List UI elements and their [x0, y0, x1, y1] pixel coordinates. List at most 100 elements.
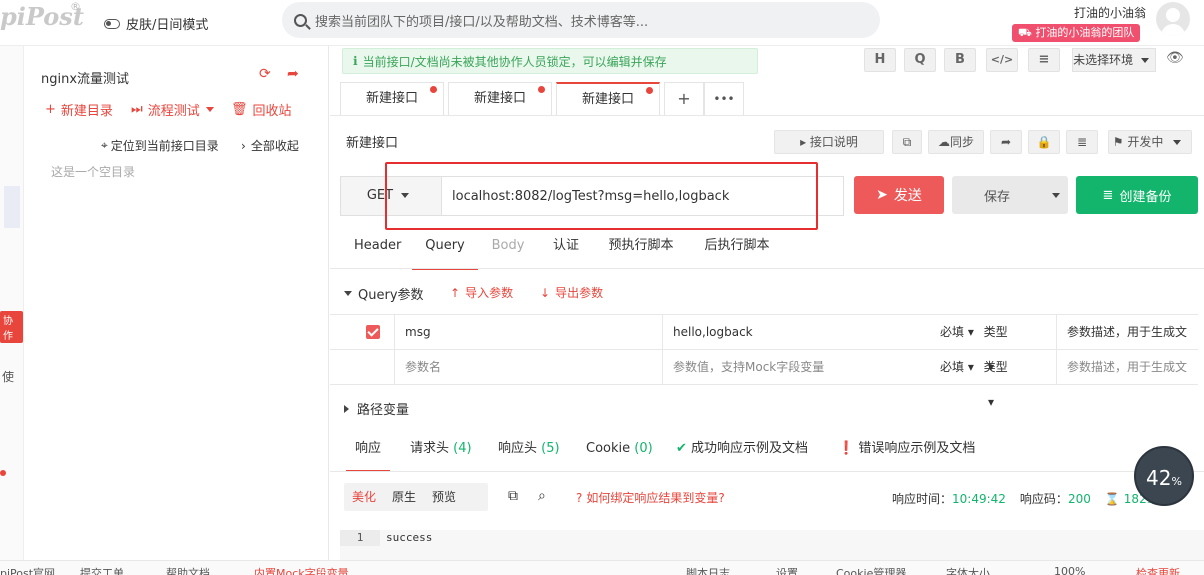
settings-sliders-icon[interactable]: ≡ [1028, 48, 1060, 72]
more-tabs-button[interactable]: ••• [704, 82, 744, 115]
send-button[interactable]: ➤ 发送 [854, 176, 944, 214]
tab-auth[interactable]: 认证 [550, 230, 582, 270]
api-desc-button[interactable]: ▸ 接口说明 [774, 130, 884, 154]
param-required-select[interactable]: 必填 ▾ 类型 ▾ [930, 350, 1056, 409]
share-icon[interactable]: ➦ [990, 130, 1022, 154]
lock-icon[interactable]: 🔒 [1028, 130, 1060, 154]
url-input[interactable] [442, 176, 844, 216]
search-icon[interactable]: ⌕ [538, 488, 546, 504]
submit-ticket-link[interactable]: 提交工单 [80, 565, 124, 575]
script-log-link[interactable]: 脚本日志 [686, 565, 730, 575]
tab-body[interactable]: Body [490, 230, 526, 270]
play-icon: ▸ [800, 135, 810, 149]
param-value-cell[interactable]: hello,logback [662, 315, 930, 350]
create-backup-button[interactable]: ≣ 创建备份 [1076, 176, 1198, 214]
divider [330, 115, 1204, 116]
format-pretty-button[interactable]: 美化 [344, 483, 384, 511]
tab-response-headers[interactable]: 响应头 (5) [498, 430, 560, 472]
tab-error-example[interactable]: ❗ 错误响应示例及文档 [838, 430, 975, 472]
copy-icon[interactable]: ⧉ [892, 130, 922, 154]
settings-link[interactable]: 设置 [776, 565, 798, 575]
eye-icon[interactable]: 👁 [1166, 50, 1184, 66]
flow-test-button[interactable]: ⏭ 流程测试 [131, 100, 220, 119]
tab-cookie[interactable]: Cookie (0) [586, 430, 653, 472]
import-params-label: 导入参数 [465, 286, 514, 300]
tab-response[interactable]: 响应 [346, 430, 390, 472]
import-params-button[interactable]: ↑ 导入参数 [450, 284, 513, 301]
help-docs-link[interactable]: 帮助文档 [166, 565, 210, 575]
api-tab-active[interactable]: 新建接口 [556, 82, 660, 115]
share-icon[interactable]: ➦ [287, 66, 299, 82]
path-vars-header[interactable]: 路径变量 [344, 399, 409, 418]
user-name[interactable]: 打油的小油翁 [1074, 4, 1146, 21]
bind-response-help-link[interactable]: ? 如何绑定响应结果到变量? [576, 489, 725, 506]
save-button[interactable]: 保存 [952, 176, 1068, 214]
environment-select[interactable]: 未选择环境 [1072, 48, 1156, 72]
param-desc-cell[interactable]: 参数描述，用于生成文 [1056, 315, 1198, 350]
font-size-control[interactable]: 字体大小 [946, 565, 990, 575]
api-title[interactable]: 新建接口 [346, 132, 398, 151]
required-label: 必填 [940, 325, 965, 339]
add-tab-button[interactable]: + [664, 82, 704, 115]
cookie-manager-link[interactable]: Cookie管理器 [836, 565, 906, 575]
query-section-header[interactable]: Query参数 [344, 284, 424, 303]
skin-mode-toggle[interactable]: 皮肤/日间模式 [104, 14, 208, 33]
response-body-editor[interactable]: 1 success [340, 530, 1204, 560]
avatar[interactable] [1156, 2, 1190, 36]
progress-circle[interactable]: 42% [1134, 446, 1194, 506]
team-badge[interactable]: ⛟ 打油的小油翁的团队 [1012, 24, 1141, 42]
tab-header[interactable]: Header [354, 230, 401, 270]
recycle-bin-button[interactable]: 🗑 回收站 [231, 100, 292, 119]
param-name-cell[interactable]: msg [394, 315, 662, 350]
zoom-level[interactable]: 100% [1054, 565, 1085, 575]
team-badge-label: 打油的小油翁的团队 [1035, 26, 1135, 39]
toolbar-h-button[interactable]: H [864, 48, 896, 72]
format-raw-button[interactable]: 原生 [384, 483, 424, 511]
param-name-input[interactable]: 参数名 [394, 350, 662, 385]
tab-query[interactable]: Query [412, 230, 478, 270]
export-params-button[interactable]: ↓ 导出参数 [540, 284, 603, 301]
toolbar-b-button[interactable]: B [944, 48, 976, 72]
copy-icon[interactable]: ⧉ [508, 488, 518, 504]
tab-success-example[interactable]: ✔ 成功响应示例及文档 [676, 430, 808, 472]
refresh-icon[interactable]: ⟳ [259, 66, 271, 82]
send-label: 发送 [893, 188, 922, 204]
database-icon: ≣ [1102, 187, 1114, 203]
param-value-input[interactable]: 参数值，支持Mock字段变量 [662, 350, 930, 385]
status-select[interactable]: ⚑ 开发中 [1108, 130, 1192, 154]
website-link[interactable]: piPost官网 [0, 565, 55, 575]
chevron-down-icon[interactable] [1052, 192, 1061, 198]
hourglass-icon: ⌛ [1104, 491, 1120, 506]
tab-pre-script[interactable]: 预执行脚本 [606, 230, 676, 270]
global-search[interactable]: 搜索当前团队下的项目/接口/以及帮助文档、技术博客等... [282, 2, 880, 38]
unsaved-dot [430, 86, 437, 93]
project-name[interactable]: nginx流量测试 [41, 68, 129, 87]
format-switch: 美化 原生 预览 [344, 483, 488, 511]
database-icon[interactable]: ≣ [1066, 130, 1098, 154]
sync-button[interactable]: ☁同步 [928, 130, 984, 154]
tab-post-script[interactable]: 后执行脚本 [702, 230, 772, 270]
tab-request-headers[interactable]: 请求头 (4) [410, 430, 472, 472]
line-number: 1 [340, 530, 380, 546]
format-preview-button[interactable]: 预览 [424, 483, 464, 511]
param-desc-input[interactable]: 参数描述，用于生成文 [1056, 350, 1198, 385]
param-required-select[interactable]: 必填 ▾ 类型 ▾ [930, 315, 1056, 374]
api-tab[interactable]: 新建接口 [340, 82, 444, 115]
new-folder-button[interactable]: + 新建目录 [45, 100, 113, 119]
coop-badge[interactable]: 协作 [0, 311, 23, 343]
left-nav-active-item[interactable] [4, 186, 20, 228]
collapse-all-button[interactable]: › 全部收起 [241, 137, 299, 154]
count-badge: (4) [453, 441, 472, 456]
left-nav-use[interactable]: 使 [2, 368, 14, 385]
code-icon[interactable]: </> [986, 48, 1018, 72]
locate-current-button[interactable]: ⌖ 定位到当前接口目录 [101, 137, 219, 154]
api-tab[interactable]: 新建接口 [448, 82, 552, 115]
toolbar-q-button[interactable]: Q [904, 48, 936, 72]
path-vars-title: 路径变量 [357, 403, 410, 418]
method-select[interactable]: GET [340, 176, 442, 216]
check-update-link[interactable]: 检查更新 [1136, 565, 1180, 575]
recycle-bin-label: 回收站 [252, 104, 292, 119]
param-enabled-checkbox[interactable] [366, 325, 380, 339]
mock-vars-link[interactable]: 内置Mock字段变量 [254, 565, 349, 575]
response-code-value: 200 [1067, 491, 1091, 506]
